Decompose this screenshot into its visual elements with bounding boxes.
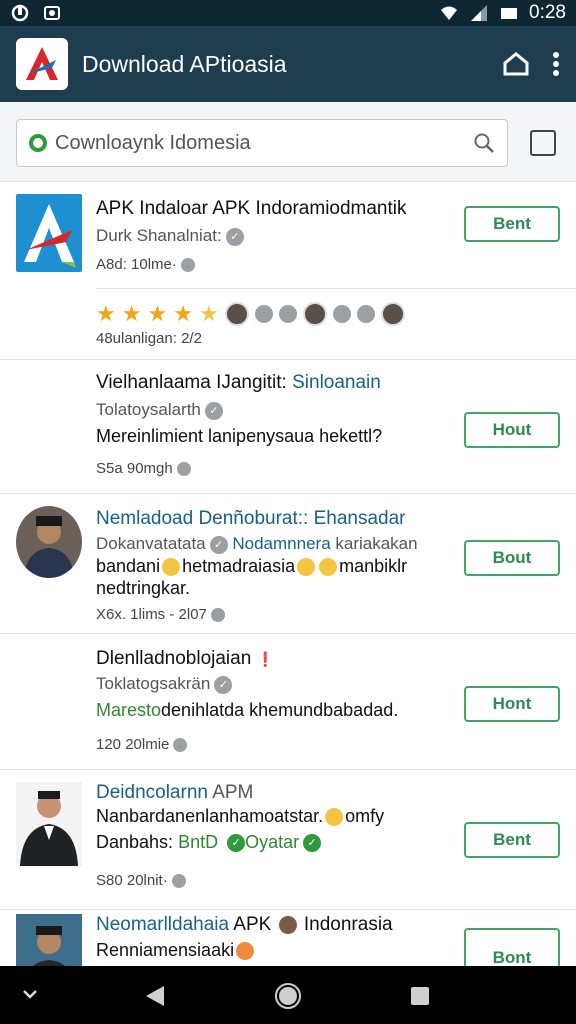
app-meta: S5a 90mgh — [96, 460, 191, 477]
app-description: Nanbardanenlanhamoatstar. omfy — [96, 806, 385, 827]
rating-count: 48ulanligan: 2/2 — [96, 330, 202, 347]
search-icon[interactable] — [473, 132, 495, 154]
app-meta: 120 20lmie — [96, 736, 188, 753]
wifi-icon — [441, 6, 458, 20]
verified-icon: ✓ — [214, 675, 233, 694]
back-icon[interactable] — [144, 984, 166, 1008]
reviewer-avatar — [224, 302, 249, 326]
app-meta: A8d: 10lme· — [96, 256, 195, 273]
home-button-icon[interactable] — [274, 982, 302, 1010]
chevron-down-icon[interactable] — [22, 988, 38, 1000]
navigation-bar — [0, 966, 576, 1024]
rating-row: ★ ★ ★ ★ ★ — [96, 302, 405, 326]
app-title[interactable]: Dlenlladnoblojaian ❗ — [96, 648, 274, 670]
app-list: APK Indaloar APK Indoramiodmantik Durk S… — [0, 182, 576, 966]
reviewer-avatar — [380, 302, 405, 326]
app-description: Mereinlimient lanipenysaua hekettl? — [96, 426, 383, 446]
app-developer: Dokanvatatata ✓ Nodamnnera kariakakan — [96, 534, 418, 554]
shield-icon — [171, 874, 186, 889]
check-icon: ✓ — [227, 834, 246, 853]
reviewer-dot-icon — [356, 305, 375, 323]
emoji-icon — [297, 558, 316, 577]
divider — [96, 288, 576, 289]
star-half-icon: ★ — [198, 301, 219, 326]
download-button[interactable]: Bout — [464, 540, 560, 576]
verified-icon: ✓ — [204, 401, 223, 420]
app-description: Marestodenihlatda khemundbabadad. — [96, 700, 399, 720]
emoji-icon — [162, 558, 181, 577]
search-input[interactable]: Cownloaynk Idomesia — [55, 132, 473, 155]
app-description: bandani hetmadraiasia manbiklr — [96, 556, 408, 577]
list-item[interactable]: Deidncolarnn APM Nanbardanenlanhamoatsta… — [0, 770, 576, 910]
emoji-icon — [325, 808, 344, 827]
shield-icon — [173, 738, 188, 753]
list-item[interactable]: Dlenlladnoblojaian ❗ Toklatogsakrän ✓ Mar… — [0, 634, 576, 770]
developer-photo — [16, 782, 82, 866]
verified-icon: ✓ — [209, 535, 228, 554]
download-button[interactable]: Bent — [464, 822, 560, 858]
download-button[interactable]: Hont — [464, 686, 560, 722]
app-description: Renniamensiaaki — [96, 940, 256, 961]
emoji-icon — [236, 942, 255, 961]
overflow-menu-icon[interactable] — [552, 51, 560, 77]
shield-icon — [176, 462, 191, 477]
apk-logo-icon — [24, 204, 76, 268]
apk-logo-icon — [26, 47, 58, 80]
expand-icon[interactable] — [530, 130, 556, 156]
check-icon: ✓ — [303, 834, 322, 853]
reviewer-avatar — [302, 302, 327, 326]
star-icon: ★ — [173, 301, 193, 326]
app-thumbnail — [16, 194, 82, 272]
app-meta: X6x. 1lims - 2l07 — [96, 606, 225, 623]
person-icon — [278, 915, 297, 934]
person-photo-icon — [16, 782, 82, 866]
person-photo-icon — [16, 506, 82, 578]
list-item[interactable]: APK Indaloar APK Indoramiodmantik Durk S… — [0, 182, 576, 360]
app-developer: Durk Shanalniat: ✓ — [96, 226, 244, 246]
verified-icon: ✓ — [225, 227, 244, 246]
search-brand-icon — [29, 134, 47, 152]
status-time: 0:28 — [529, 2, 566, 23]
shield-icon — [210, 608, 225, 623]
app-developer: Toklatogsakrän ✓ — [96, 674, 233, 694]
recents-icon[interactable] — [410, 986, 430, 1006]
app-title[interactable]: Vielhanlaama IJangitit: Sinloanain — [96, 372, 381, 394]
app-title[interactable]: APK Indaloar APK Indoramiodmantik — [96, 198, 407, 220]
reviewer-dot-icon — [254, 305, 273, 323]
notification-icon — [44, 6, 60, 20]
star-icon: ★ — [147, 301, 168, 326]
app-logo — [16, 38, 68, 90]
person-photo-icon — [16, 914, 82, 966]
app-title: Download APtioasia — [82, 50, 287, 77]
list-item[interactable]: Nemladoad Denñoburat:: Ehansadar Dokanva… — [0, 494, 576, 634]
star-icon: ★ — [121, 301, 142, 326]
developer-photo — [16, 914, 82, 966]
list-item[interactable]: Neomarlldahaia APK Indonrasia Renniamens… — [0, 910, 576, 966]
download-button[interactable]: Hout — [464, 412, 560, 448]
reviewer-dot-icon — [332, 305, 351, 323]
pin-icon: ❗ — [256, 651, 275, 667]
shield-icon — [180, 258, 195, 273]
app-title[interactable]: Neomarlldahaia APK Indonrasia — [96, 914, 393, 936]
download-button[interactable]: Bent — [464, 206, 560, 242]
app-title[interactable]: Deidncolarnn APM — [96, 782, 253, 804]
battery-icon — [501, 8, 518, 19]
app-developer: Tolatoysalarth ✓ — [96, 400, 223, 420]
developer-avatar — [16, 506, 82, 578]
app-description-line2: Danbahs: BntD ✓ Oyatar ✓ — [96, 832, 322, 853]
download-button[interactable]: Bont — [464, 928, 560, 966]
list-item[interactable]: Vielhanlaama IJangitit: Sinloanain Tolat… — [0, 360, 576, 494]
status-bar: 0:28 — [0, 0, 576, 26]
app-bar: Download APtioasia — [0, 26, 576, 102]
app-title[interactable]: Nemladoad Denñoburat:: Ehansadar — [96, 508, 405, 530]
reviewer-dot-icon — [278, 305, 297, 323]
signal-icon — [471, 5, 488, 21]
app-description-line2: nedtringkar. — [96, 578, 191, 598]
search-box[interactable]: Cownloaynk Idomesia — [16, 119, 508, 167]
app-meta: S80 20lnit· — [96, 872, 186, 889]
home-icon[interactable] — [502, 51, 530, 77]
star-icon: ★ — [96, 301, 116, 326]
sync-icon — [11, 4, 29, 22]
emoji-icon — [319, 558, 338, 577]
